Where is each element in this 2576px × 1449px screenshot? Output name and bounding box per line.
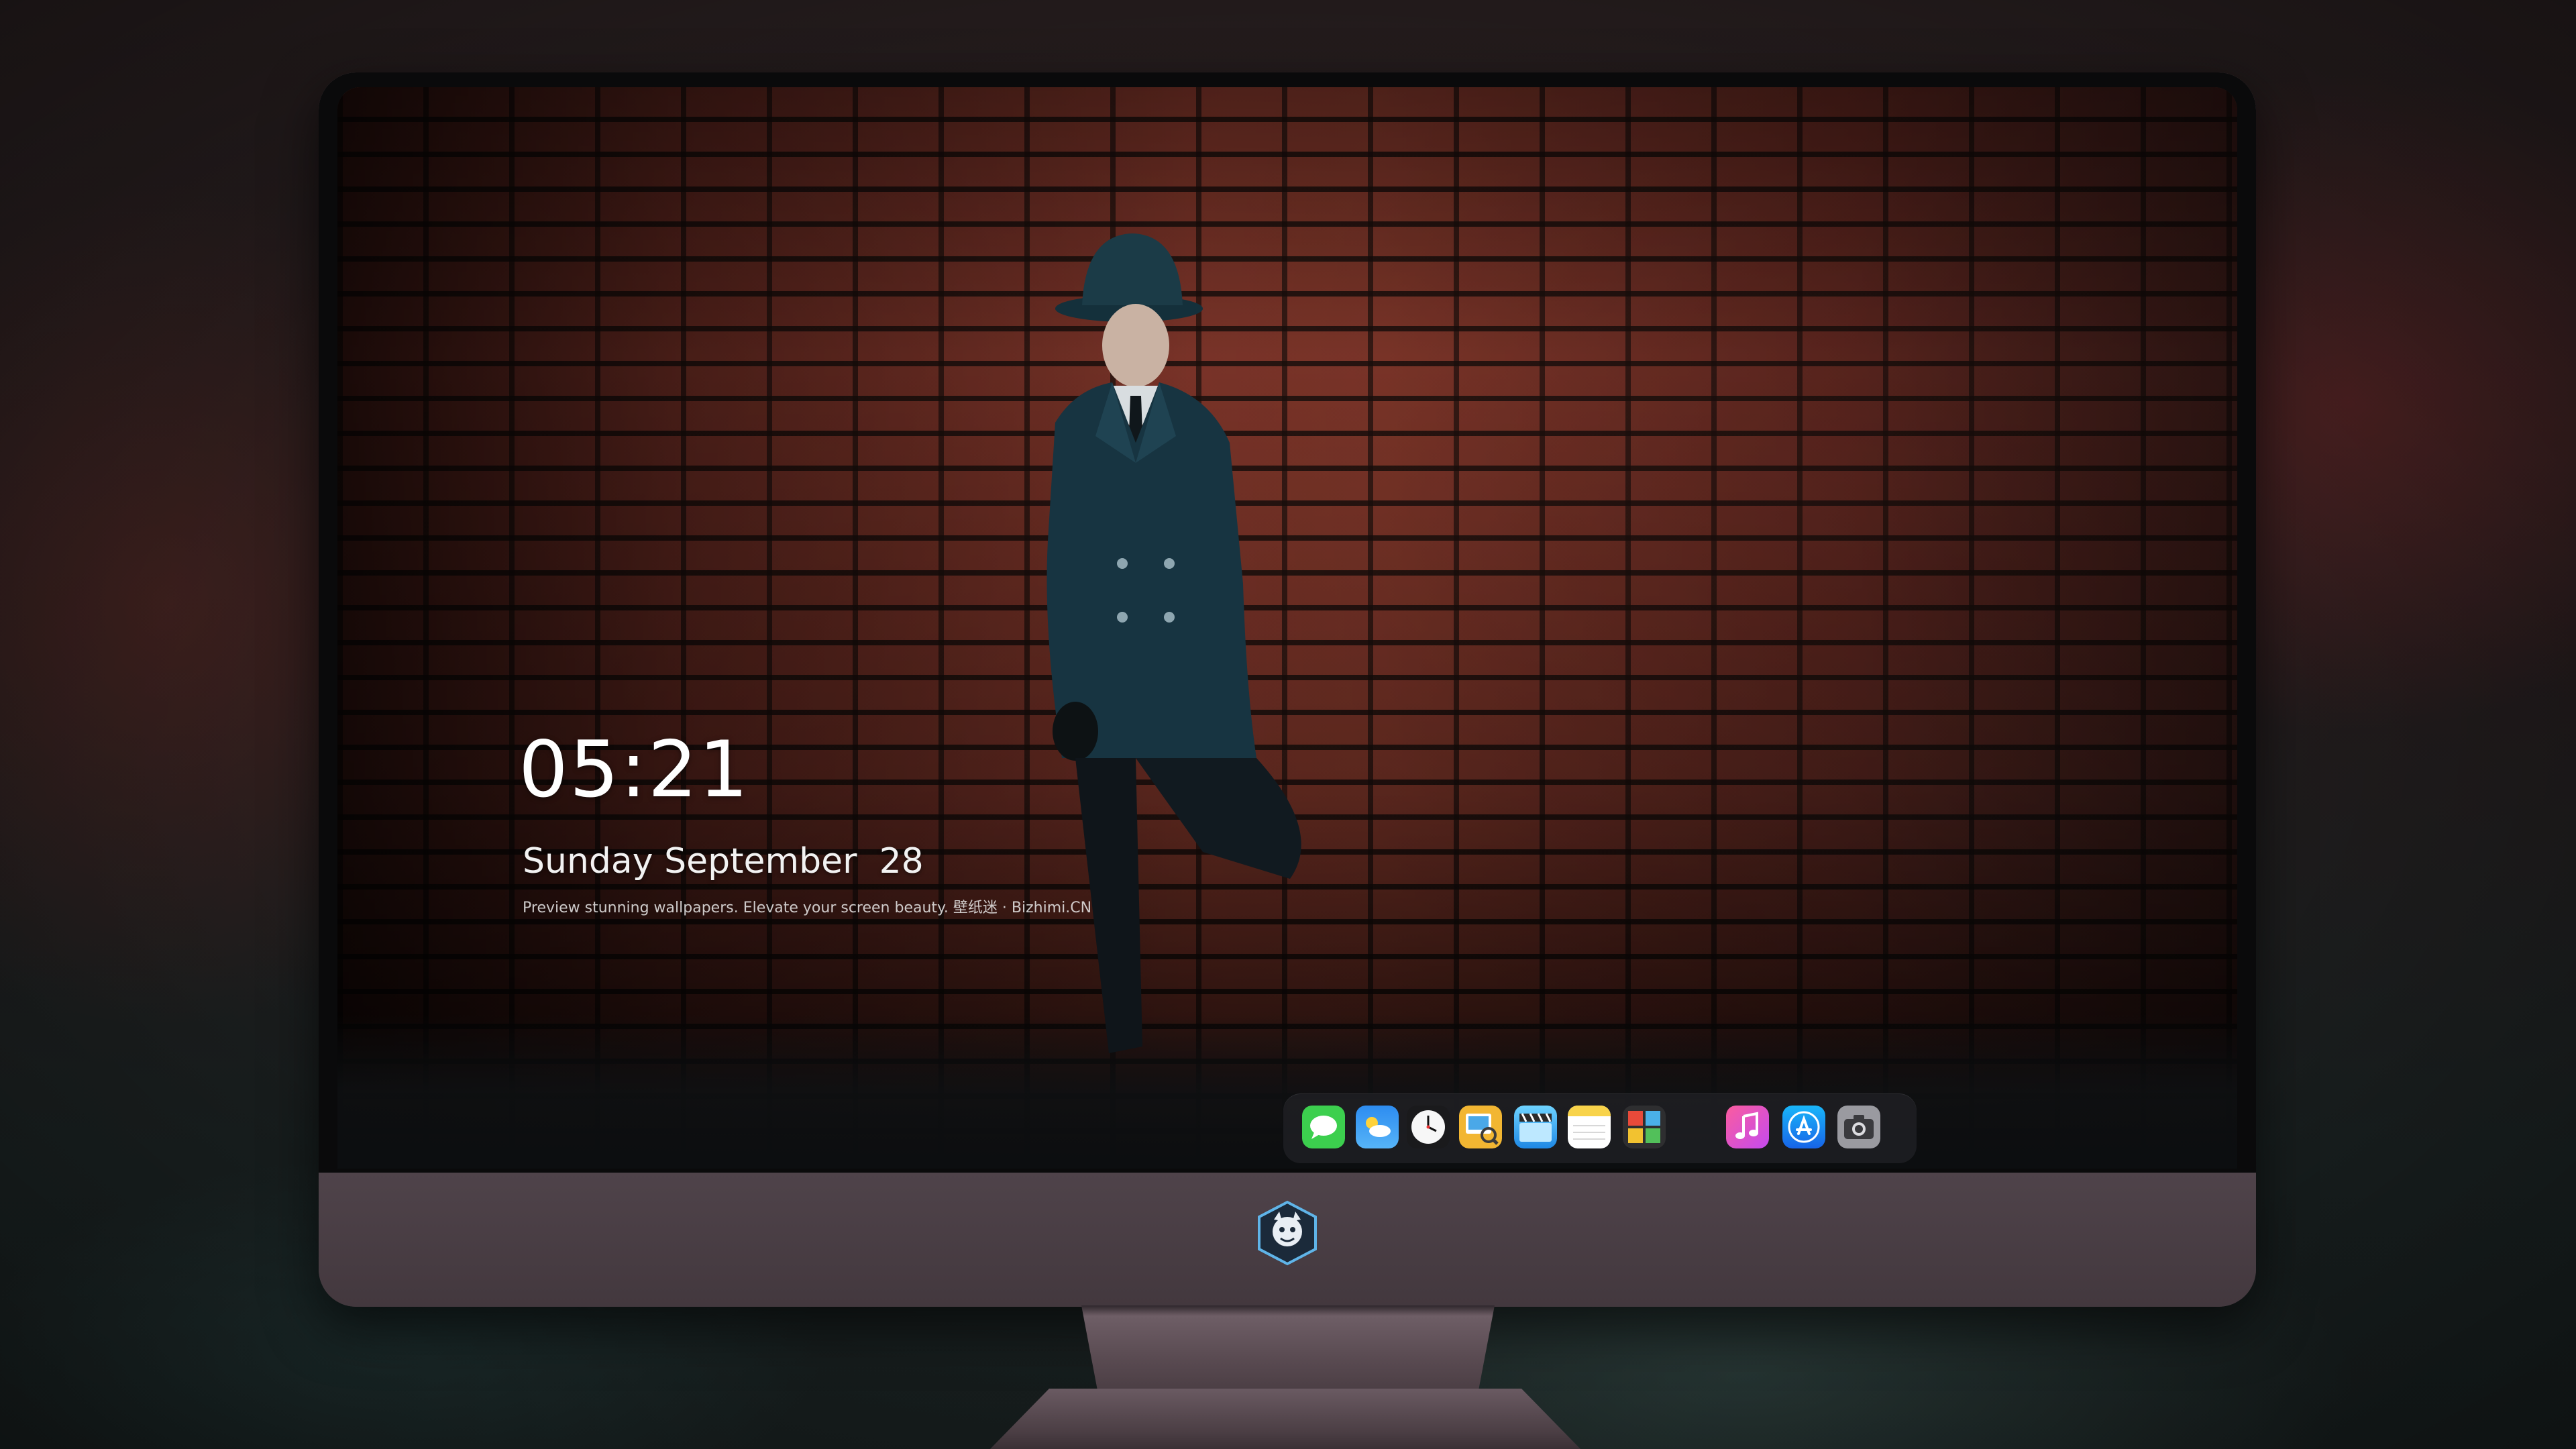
lock-screen-date: Sunday September 28 bbox=[523, 841, 924, 881]
messages-icon[interactable] bbox=[1302, 1106, 1345, 1148]
clips-icon[interactable] bbox=[1514, 1106, 1557, 1148]
lock-screen[interactable]: 05:21 Sunday September 28 Preview stunni… bbox=[337, 87, 2237, 1169]
monitor-stand-base bbox=[990, 1389, 1580, 1449]
lock-screen-time: 05:21 bbox=[519, 724, 750, 815]
monitor-stand-neck bbox=[1081, 1305, 1495, 1393]
imac-monitor: 05:21 Sunday September 28 Preview stunni… bbox=[319, 72, 2256, 1307]
preview-icon[interactable] bbox=[1459, 1106, 1502, 1148]
notes-icon[interactable] bbox=[1568, 1106, 1611, 1148]
app-store-icon[interactable] bbox=[1782, 1106, 1825, 1148]
wallpaper-caption: Preview stunning wallpapers. Elevate you… bbox=[523, 900, 1092, 916]
camera-icon[interactable] bbox=[1837, 1106, 1880, 1148]
dock bbox=[1283, 1093, 1917, 1163]
music-icon[interactable] bbox=[1726, 1106, 1769, 1148]
brand-logo-icon bbox=[1258, 1200, 1317, 1266]
man-in-coat-figure bbox=[1046, 233, 1301, 1053]
weather-icon[interactable] bbox=[1356, 1106, 1399, 1148]
photo-booth-icon[interactable] bbox=[1623, 1106, 1666, 1148]
clock-icon[interactable] bbox=[1407, 1106, 1450, 1148]
